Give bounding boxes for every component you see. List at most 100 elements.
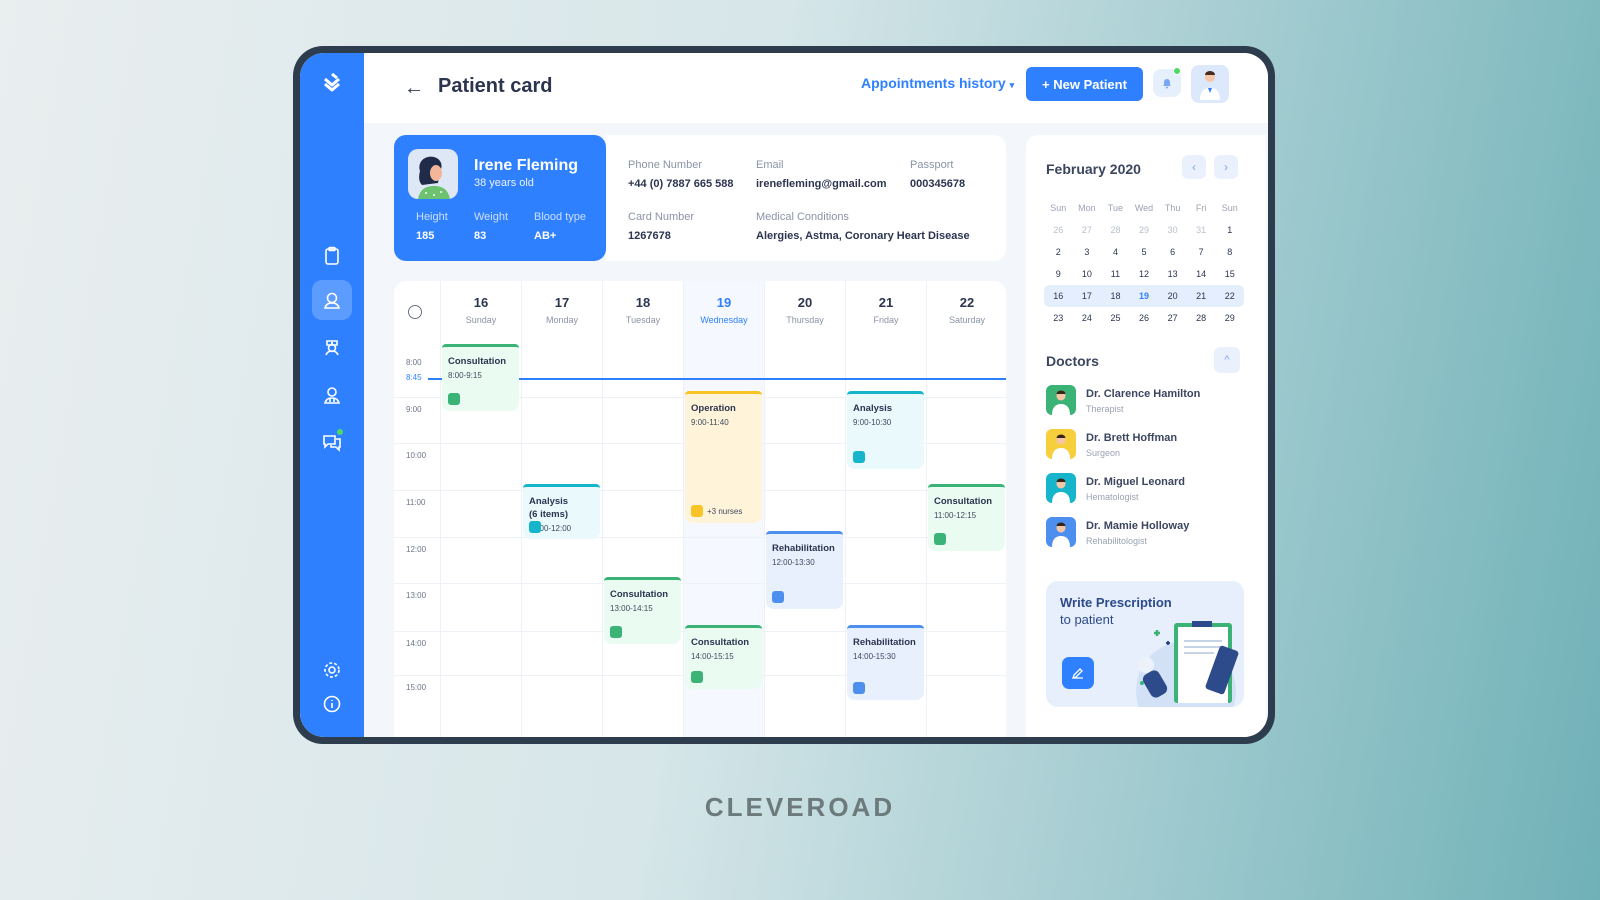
day-name: Thursday — [786, 315, 824, 325]
calendar-next-button[interactable]: › — [1214, 155, 1238, 179]
day-header[interactable]: 17 Monday — [522, 295, 602, 325]
appointments-history-dropdown[interactable]: Appointments history ▾ — [861, 75, 1014, 91]
calendar-day[interactable]: 2 — [1044, 247, 1073, 257]
day-number: 16 — [473, 295, 489, 310]
day-header[interactable]: 21 Friday — [846, 295, 926, 325]
calendar-day[interactable]: 27 — [1073, 225, 1102, 235]
calendar-day[interactable]: 24 — [1073, 313, 1102, 323]
calendar-day[interactable]: 12 — [1130, 269, 1159, 279]
appointment-event[interactable]: Analysis (6 items) 11:00-12:00 — [523, 484, 600, 539]
calendar-day[interactable]: 17 — [1073, 291, 1102, 301]
appointment-event[interactable]: Rehabilitation 12:00-13:30 — [766, 531, 843, 609]
field-card-number: Card Number 1267678 — [628, 211, 694, 242]
doctors-collapse-button[interactable]: ^ — [1214, 347, 1240, 373]
right-panel: February 2020 ‹ › Sun Mon Tue Wed Thu Fri Sun 2… — [1026, 135, 1266, 737]
calendar-day[interactable]: 6 — [1158, 247, 1187, 257]
calendar-day[interactable]: 23 — [1044, 313, 1073, 323]
day-header[interactable]: 19 Wednesday — [684, 295, 764, 325]
sidebar — [300, 53, 364, 737]
sidebar-item-info[interactable] — [312, 684, 352, 724]
doctor-avatar-icon — [853, 682, 865, 694]
doctor-avatar — [1046, 385, 1076, 415]
calendar-day[interactable]: 4 — [1101, 247, 1130, 257]
calendar-day[interactable]: 18 — [1101, 291, 1130, 301]
calendar-day[interactable]: 30 — [1158, 225, 1187, 235]
doctor-avatar-icon — [772, 591, 784, 603]
calendar-day[interactable]: 25 — [1101, 313, 1130, 323]
event-title: Consultation — [934, 496, 993, 507]
calendar-day[interactable]: 13 — [1158, 269, 1187, 279]
calendar-day[interactable]: 28 — [1187, 313, 1216, 323]
doctor-item[interactable]: Dr. Mamie Holloway Rehabilitologist — [1046, 517, 1246, 553]
field-email: Email irenefleming@gmail.com — [756, 159, 887, 190]
day-header[interactable]: 18 Tuesday — [603, 295, 683, 325]
sidebar-item-nurses[interactable] — [312, 327, 352, 367]
field-value: +44 (0) 7887 665 588 — [628, 178, 734, 190]
day-number: 19 — [716, 295, 732, 310]
appointment-event[interactable]: Consultation 11:00-12:15 — [928, 484, 1005, 551]
doctor-item[interactable]: Dr. Clarence Hamilton Therapist — [1046, 385, 1246, 421]
doctor-item[interactable]: Dr. Brett Hoffman Surgeon — [1046, 429, 1246, 465]
calendar-week: 16 17 18 19 20 21 22 — [1044, 285, 1244, 307]
stat-height: Height 185 — [416, 211, 448, 242]
field-label: Passport — [910, 159, 954, 171]
calendar-day[interactable]: 9 — [1044, 269, 1073, 279]
day-header[interactable]: 20 Thursday — [765, 295, 845, 325]
weekday-label: Thu — [1164, 203, 1181, 213]
day-header[interactable]: 22 Saturday — [927, 295, 1006, 325]
sidebar-item-clipboard[interactable] — [312, 236, 352, 276]
calendar-day[interactable]: 1 — [1215, 225, 1244, 235]
calendar-day[interactable]: 11 — [1101, 269, 1130, 279]
sidebar-item-patients[interactable] — [312, 280, 352, 320]
edit-prescription-button[interactable] — [1062, 657, 1094, 689]
back-arrow-icon[interactable]: ← — [404, 77, 424, 100]
calendar-day[interactable]: 8 — [1215, 247, 1244, 257]
calendar-day[interactable]: 7 — [1187, 247, 1216, 257]
new-patient-button[interactable]: + New Patient — [1026, 67, 1143, 101]
calendar-day[interactable]: 5 — [1130, 247, 1159, 257]
sidebar-item-chat[interactable] — [312, 422, 352, 462]
appointment-event[interactable]: Consultation 14:00-15:15 — [685, 625, 762, 689]
clock-icon — [408, 305, 422, 319]
doctor-item[interactable]: Dr. Miguel Leonard Hematologist — [1046, 473, 1246, 509]
calendar-day[interactable]: 26 — [1044, 225, 1073, 235]
calendar-prev-button[interactable]: ‹ — [1182, 155, 1206, 179]
calendar-day[interactable]: 27 — [1158, 313, 1187, 323]
calendar-day[interactable]: 26 — [1130, 313, 1159, 323]
logo-icon[interactable] — [320, 71, 344, 95]
appointment-event[interactable]: Rehabilitation 14:00-15:30 — [847, 625, 924, 700]
calendar-day[interactable]: 19 — [1130, 291, 1159, 301]
write-prescription-card[interactable]: Write Prescription to patient — [1046, 581, 1244, 707]
calendar-day[interactable]: 16 — [1044, 291, 1073, 301]
calendar-day[interactable]: 15 — [1215, 269, 1244, 279]
calendar-day[interactable]: 22 — [1215, 291, 1244, 301]
calendar-day[interactable]: 31 — [1187, 225, 1216, 235]
weekday-label: Fri — [1195, 203, 1207, 213]
appointment-event[interactable]: Operation 9:00-11:40 +3 nurses — [685, 391, 762, 524]
doctor-role: Surgeon — [1086, 448, 1121, 458]
appointment-event[interactable]: Consultation 13:00-14:15 — [604, 577, 681, 644]
appointment-event[interactable]: Consultation 8:00-9:15 — [442, 344, 519, 411]
calendar-day[interactable]: 29 — [1130, 225, 1159, 235]
info-icon — [323, 695, 341, 713]
calendar-day[interactable]: 20 — [1158, 291, 1187, 301]
prescription-title: Write Prescription — [1060, 595, 1172, 610]
sidebar-item-doctors[interactable] — [312, 375, 352, 415]
calendar-day[interactable]: 14 — [1187, 269, 1216, 279]
day-header[interactable]: 16 Sunday — [441, 295, 521, 325]
field-medical-conditions: Medical Conditions Alergies, Astma, Coron… — [756, 211, 970, 242]
chat-badge — [336, 428, 344, 436]
user-avatar[interactable] — [1191, 65, 1229, 103]
doctors-title: Doctors — [1046, 353, 1099, 369]
calendar-day[interactable]: 29 — [1215, 313, 1244, 323]
calendar-day[interactable]: 21 — [1187, 291, 1216, 301]
calendar-day[interactable]: 28 — [1101, 225, 1130, 235]
field-value: 000345678 — [910, 178, 966, 190]
patient-summary-card: Irene Fleming 38 years old Height 185 Wei… — [394, 135, 606, 261]
calendar-day[interactable]: 3 — [1073, 247, 1102, 257]
calendar-day[interactable]: 10 — [1073, 269, 1102, 279]
appointment-event[interactable]: Analysis 9:00-10:30 — [847, 391, 924, 469]
day-number: 21 — [878, 295, 894, 310]
notifications-button[interactable] — [1153, 67, 1181, 97]
event-time: 11:00-12:15 — [934, 511, 977, 520]
